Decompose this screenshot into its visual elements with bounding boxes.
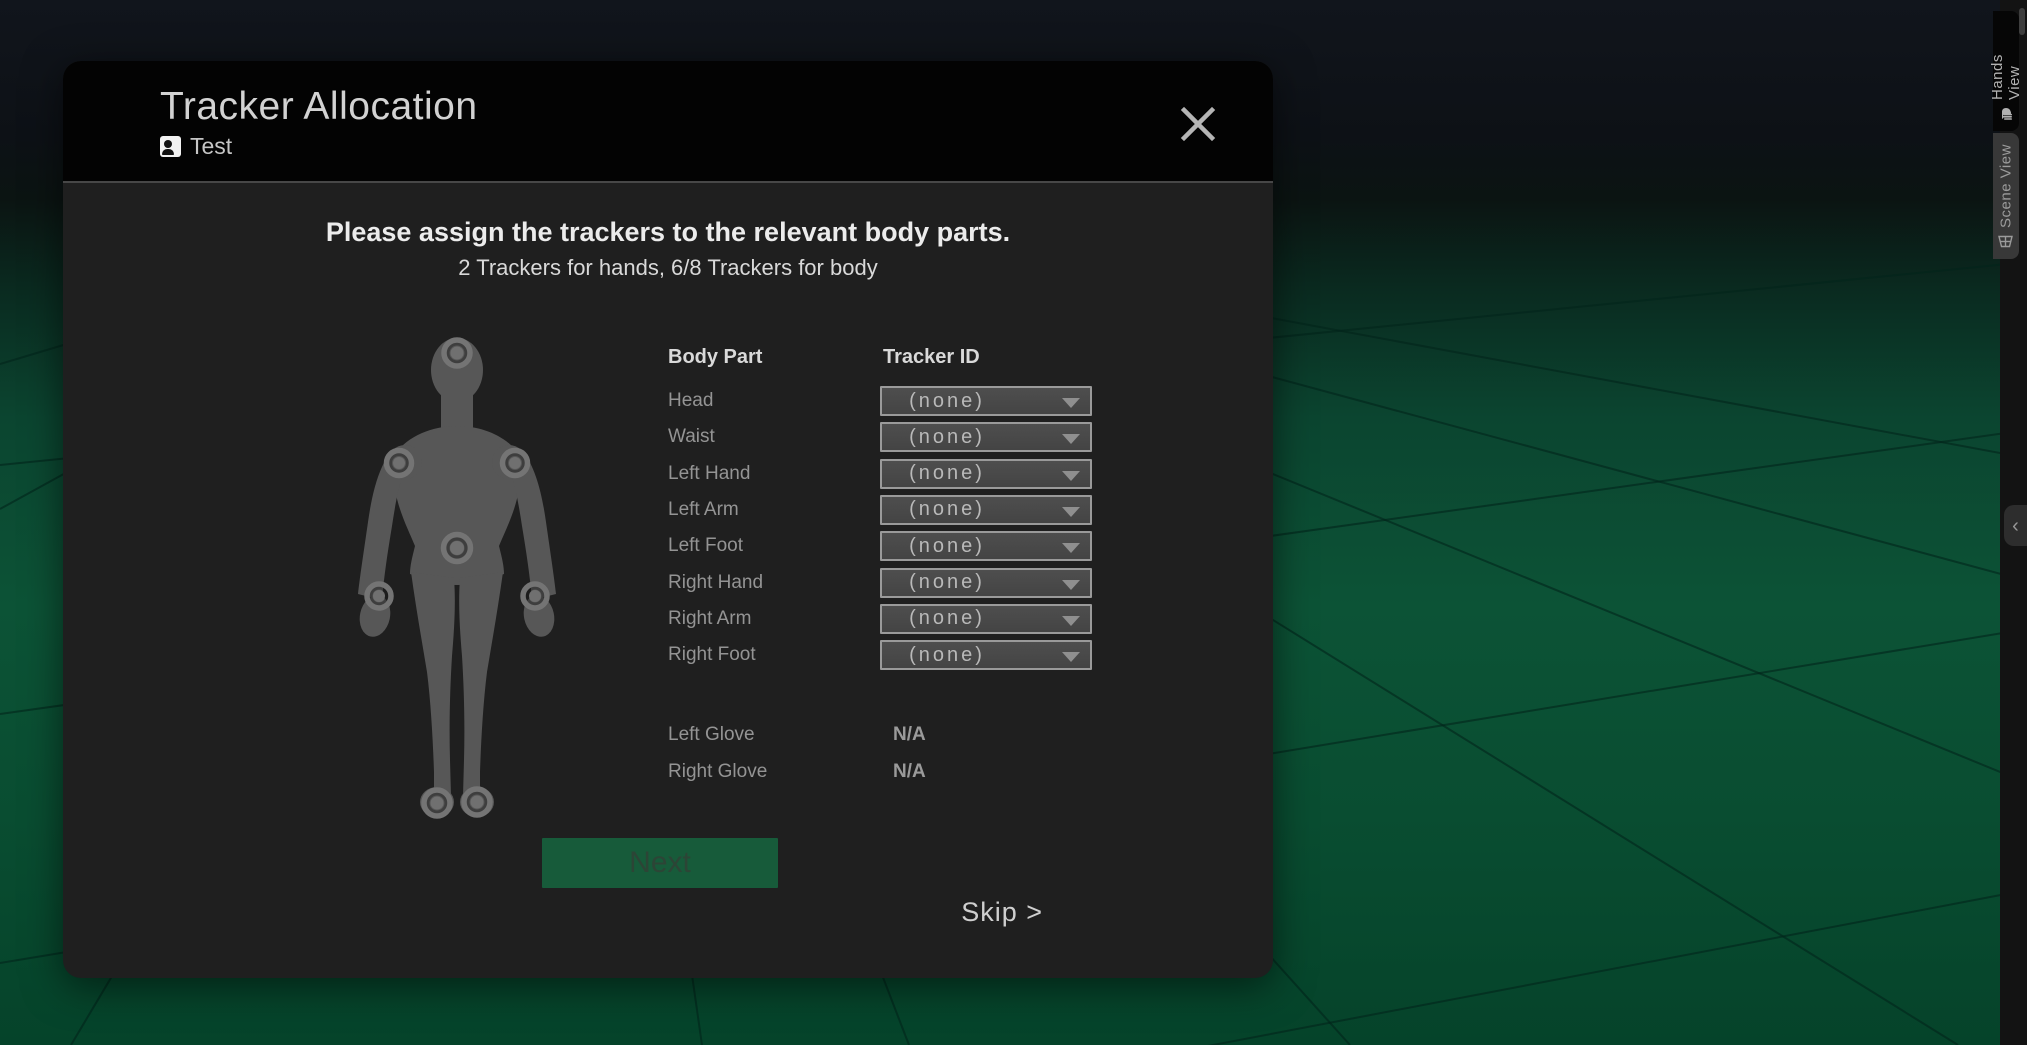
chevron-down-icon xyxy=(1062,543,1080,553)
instruction-subheading: 2 Trackers for hands, 6/8 Trackers for b… xyxy=(63,255,1273,281)
scene-grid-icon xyxy=(1999,235,2014,248)
body-part-label: Right Arm xyxy=(668,604,751,634)
tracker-select-right-hand[interactable]: (none) xyxy=(880,568,1092,598)
table-row: Head (none) xyxy=(63,386,1273,416)
chevron-down-icon xyxy=(1062,471,1080,481)
body-part-label: Left Foot xyxy=(668,531,743,561)
body-part-label: Waist xyxy=(668,422,715,452)
body-part-label: Head xyxy=(668,386,713,416)
tab-scene-view-label: Scene View xyxy=(1998,144,2015,228)
tracker-select-left-foot[interactable]: (none) xyxy=(880,531,1092,561)
column-header-body-part: Body Part xyxy=(668,346,762,369)
tracker-select-value: (none) xyxy=(909,644,1063,667)
chevron-left-icon: ‹ xyxy=(2012,516,2019,536)
glove-label: Right Glove xyxy=(668,757,767,787)
profile-row: Test xyxy=(160,134,232,158)
tab-hands-view[interactable]: Hands View xyxy=(1993,11,2019,131)
tracker-select-right-foot[interactable]: (none) xyxy=(880,640,1092,670)
table-row: Left Hand (none) xyxy=(63,459,1273,489)
profile-name: Test xyxy=(190,133,232,160)
chevron-down-icon xyxy=(1062,507,1080,517)
skip-link[interactable]: Skip > xyxy=(903,897,1043,928)
table-row: Left Foot (none) xyxy=(63,531,1273,561)
tracker-select-value: (none) xyxy=(909,571,1063,594)
tracker-select-left-arm[interactable]: (none) xyxy=(880,495,1092,525)
tab-scene-view[interactable]: Scene View xyxy=(1993,133,2019,259)
tracker-select-waist[interactable]: (none) xyxy=(880,422,1092,452)
profile-badge-icon xyxy=(160,136,181,157)
close-button[interactable] xyxy=(1176,102,1220,146)
chevron-down-icon xyxy=(1062,580,1080,590)
tracker-select-value: (none) xyxy=(909,426,1063,449)
glove-row: Left GloveN/A xyxy=(63,724,1273,746)
table-row: Left Arm (none) xyxy=(63,495,1273,525)
glove-value: N/A xyxy=(893,724,926,746)
tracker-select-value: (none) xyxy=(909,498,1063,521)
table-row: Right Arm (none) xyxy=(63,604,1273,634)
tracker-select-left-hand[interactable]: (none) xyxy=(880,459,1092,489)
tracker-select-value: (none) xyxy=(909,390,1063,413)
tab-hands-view-label: Hands View xyxy=(1989,21,2023,100)
glove-label: Left Glove xyxy=(668,720,755,750)
glove-row: Right GloveN/A xyxy=(63,761,1273,783)
tracker-select-value: (none) xyxy=(909,607,1063,630)
tracker-allocation-dialog: Tracker Allocation Test Please assign th… xyxy=(63,61,1273,978)
body-part-label: Left Arm xyxy=(668,495,739,525)
column-header-tracker-id: Tracker ID xyxy=(883,346,980,369)
hand-icon xyxy=(1999,107,2013,121)
body-part-label: Left Hand xyxy=(668,459,750,489)
tracker-select-head[interactable]: (none) xyxy=(880,386,1092,416)
body-part-label: Right Hand xyxy=(668,568,763,598)
collapse-handle[interactable]: ‹ xyxy=(2004,505,2027,546)
glove-value: N/A xyxy=(893,761,926,783)
tracker-select-value: (none) xyxy=(909,535,1063,558)
next-button[interactable]: Next xyxy=(542,838,778,888)
close-icon xyxy=(1176,102,1220,146)
chevron-down-icon xyxy=(1062,616,1080,626)
table-row: Waist (none) xyxy=(63,422,1273,452)
table-row: Right Foot (none) xyxy=(63,640,1273,670)
dialog-header: Tracker Allocation Test xyxy=(63,61,1273,183)
body-part-label: Right Foot xyxy=(668,640,756,670)
chevron-down-icon xyxy=(1062,398,1080,408)
chevron-down-icon xyxy=(1062,652,1080,662)
table-row: Right Hand (none) xyxy=(63,568,1273,598)
chevron-down-icon xyxy=(1062,434,1080,444)
tracker-select-value: (none) xyxy=(909,462,1063,485)
tracker-select-right-arm[interactable]: (none) xyxy=(880,604,1092,634)
instruction-heading: Please assign the trackers to the releva… xyxy=(63,217,1273,248)
page-title: Tracker Allocation xyxy=(160,85,478,129)
